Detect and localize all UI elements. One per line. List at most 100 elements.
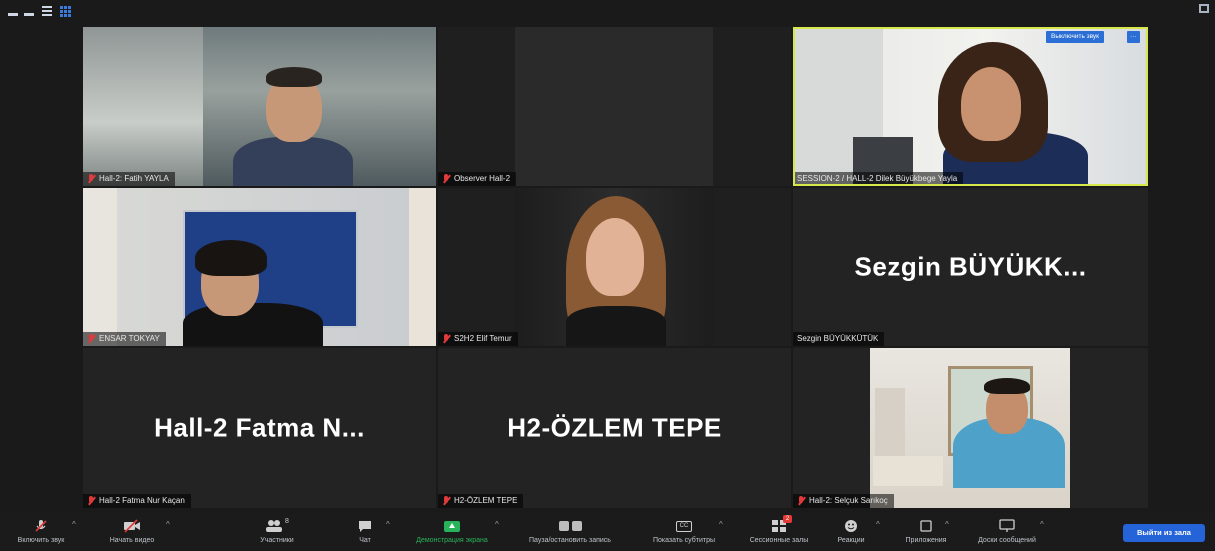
participant-name: Sezgin BÜYÜKKÜTÜK [797, 334, 879, 343]
share-screen-label: Демонстрация экрана [416, 537, 488, 544]
participant-display-name: H2-ÖZLEM TEPE [507, 412, 722, 443]
participant-name: Hall-2: Fatih YAYLA [99, 174, 169, 183]
chevron-up-icon[interactable]: ^ [876, 520, 880, 529]
participants-button[interactable]: 8 Участники [246, 513, 308, 551]
whiteboards-button[interactable]: Доски сообщений [964, 513, 1050, 551]
unmute-button[interactable]: Включить звук [10, 513, 72, 551]
leave-room-button[interactable]: Выйти из зала [1123, 524, 1205, 542]
captions-icon: CC [676, 518, 692, 534]
chevron-up-icon[interactable]: ^ [945, 520, 949, 529]
video-tile[interactable]: Hall-2: Selçuk Sarıkoç [793, 348, 1148, 508]
video-off-icon [123, 518, 141, 534]
share-screen-button[interactable]: Демонстрация экрана [404, 513, 500, 551]
muted-mic-icon [442, 496, 450, 506]
chevron-up-icon[interactable]: ^ [166, 520, 170, 529]
muted-mic-icon [442, 334, 450, 344]
menu-icon[interactable] [42, 6, 52, 16]
breakout-rooms-label: Сессионные залы [749, 537, 809, 544]
participant-name-tag: Hall-2: Selçuk Sarıkoç [793, 494, 894, 508]
person-hair [266, 67, 322, 87]
background-door [875, 388, 905, 458]
person-torso [566, 306, 666, 346]
more-options-button[interactable]: ··· [1127, 31, 1140, 43]
participant-name-tag: H2-ÖZLEM TEPE [438, 494, 524, 508]
mute-participant-button[interactable]: Выключить звук [1046, 31, 1105, 43]
chat-label: Чат [359, 537, 371, 544]
minimize-icon[interactable] [24, 6, 34, 16]
video-tile[interactable]: Observer Hall-2 [438, 27, 791, 186]
apps-label: Приложения [905, 537, 947, 544]
chevron-up-icon[interactable]: ^ [72, 520, 76, 529]
desk [873, 456, 943, 486]
participant-name-tag: Sezgin BÜYÜKKÜTÜK [793, 332, 885, 346]
reactions-button[interactable]: Реакции [828, 513, 874, 551]
share-screen-icon [444, 518, 460, 534]
show-captions-button[interactable]: CC Показать субтитры [640, 513, 728, 551]
participant-name-tag: S2H2 Elif Temur [438, 332, 518, 346]
participant-name-tag: ENSAR TOKYAY [83, 332, 166, 346]
apps-button[interactable]: Приложения [892, 513, 960, 551]
participant-name: Observer Hall-2 [454, 174, 511, 183]
chat-icon [357, 518, 373, 534]
participant-name-tag: Observer Hall-2 [438, 172, 517, 186]
exit-fullscreen-icon[interactable] [1199, 4, 1209, 13]
show-captions-label: Показать субтитры [652, 537, 716, 544]
chevron-up-icon[interactable]: ^ [1040, 520, 1044, 529]
participant-name: S2H2 Elif Temur [454, 334, 512, 343]
breakout-rooms-button[interactable]: 2 Сессионные залы [736, 513, 822, 551]
pause-stop-recording-button[interactable]: Пауза/остановить запись [512, 513, 628, 551]
background-poster [83, 188, 117, 346]
background-poster [409, 188, 436, 346]
window-top-bar [0, 0, 1215, 22]
participant-name: Hall-2 Fatma Nur Kaçan [99, 496, 185, 505]
chevron-up-icon[interactable]: ^ [495, 520, 499, 529]
muted-mic-icon [87, 496, 95, 506]
chat-button[interactable]: Чат [340, 513, 390, 551]
participant-display-name: Sezgin BÜYÜKK... [854, 251, 1087, 282]
participant-name-tag: Hall-2 Fatma Nur Kaçan [83, 494, 191, 508]
smiley-icon [844, 518, 858, 534]
start-video-button[interactable]: Начать видео [96, 513, 168, 551]
background-shelf [83, 27, 203, 186]
chevron-up-icon[interactable]: ^ [719, 520, 723, 529]
person-hair [195, 240, 267, 276]
video-tile[interactable]: Выключить звук ··· SESSION-2 / HALL-2 Di… [793, 27, 1148, 186]
person-face [961, 67, 1021, 141]
participants-icon: 8 [265, 518, 289, 534]
muted-mic-icon [33, 518, 49, 534]
person-torso [183, 303, 323, 346]
apps-icon [919, 518, 933, 534]
whiteboard-icon [999, 518, 1015, 534]
video-tile[interactable]: ENSAR TOKYAY [83, 188, 436, 346]
gallery-grid-icon[interactable] [60, 6, 72, 17]
muted-mic-icon [442, 174, 450, 184]
participant-name: Hall-2: Selçuk Sarıkoç [809, 496, 888, 505]
meeting-toolbar: Включить звук ^ Начать видео ^ 8 Участни… [0, 513, 1215, 551]
breakout-badge: 2 [783, 515, 792, 523]
whiteboards-label: Доски сообщений [978, 537, 1036, 544]
muted-mic-icon [87, 334, 95, 344]
unmute-label: Включить звук [17, 537, 65, 544]
video-tile[interactable]: H2-ÖZLEM TEPE H2-ÖZLEM TEPE [438, 348, 791, 508]
muted-mic-icon [797, 496, 805, 506]
person-hair [984, 378, 1030, 394]
muted-mic-icon [87, 174, 95, 184]
minimize-icon[interactable] [8, 6, 18, 16]
participant-display-name: Hall-2 Fatma N... [154, 412, 365, 443]
participants-label: Участники [260, 537, 294, 544]
start-video-label: Начать видео [109, 537, 155, 544]
participant-name-tag: Hall-2: Fatih YAYLA [83, 172, 175, 186]
video-tile[interactable]: Sezgin BÜYÜKK... Sezgin BÜYÜKKÜTÜK [793, 188, 1148, 346]
participant-name: ENSAR TOKYAY [99, 334, 160, 343]
video-tile[interactable]: Hall-2: Fatih YAYLA [83, 27, 436, 186]
participants-count: 8 [285, 518, 289, 525]
person-torso [233, 137, 353, 186]
video-tile[interactable]: Hall-2 Fatma N... Hall-2 Fatma Nur Kaçan [83, 348, 436, 508]
participant-name: H2-ÖZLEM TEPE [454, 496, 518, 505]
participant-name-tag: SESSION-2 / HALL-2 Dilek Büyükbege Yayla [793, 172, 964, 186]
chevron-up-icon[interactable]: ^ [386, 520, 390, 529]
video-tile[interactable]: S2H2 Elif Temur [438, 188, 791, 346]
breakout-rooms-icon: 2 [771, 515, 792, 534]
reactions-label: Реакции [837, 537, 865, 544]
dark-video-frame [515, 27, 713, 186]
